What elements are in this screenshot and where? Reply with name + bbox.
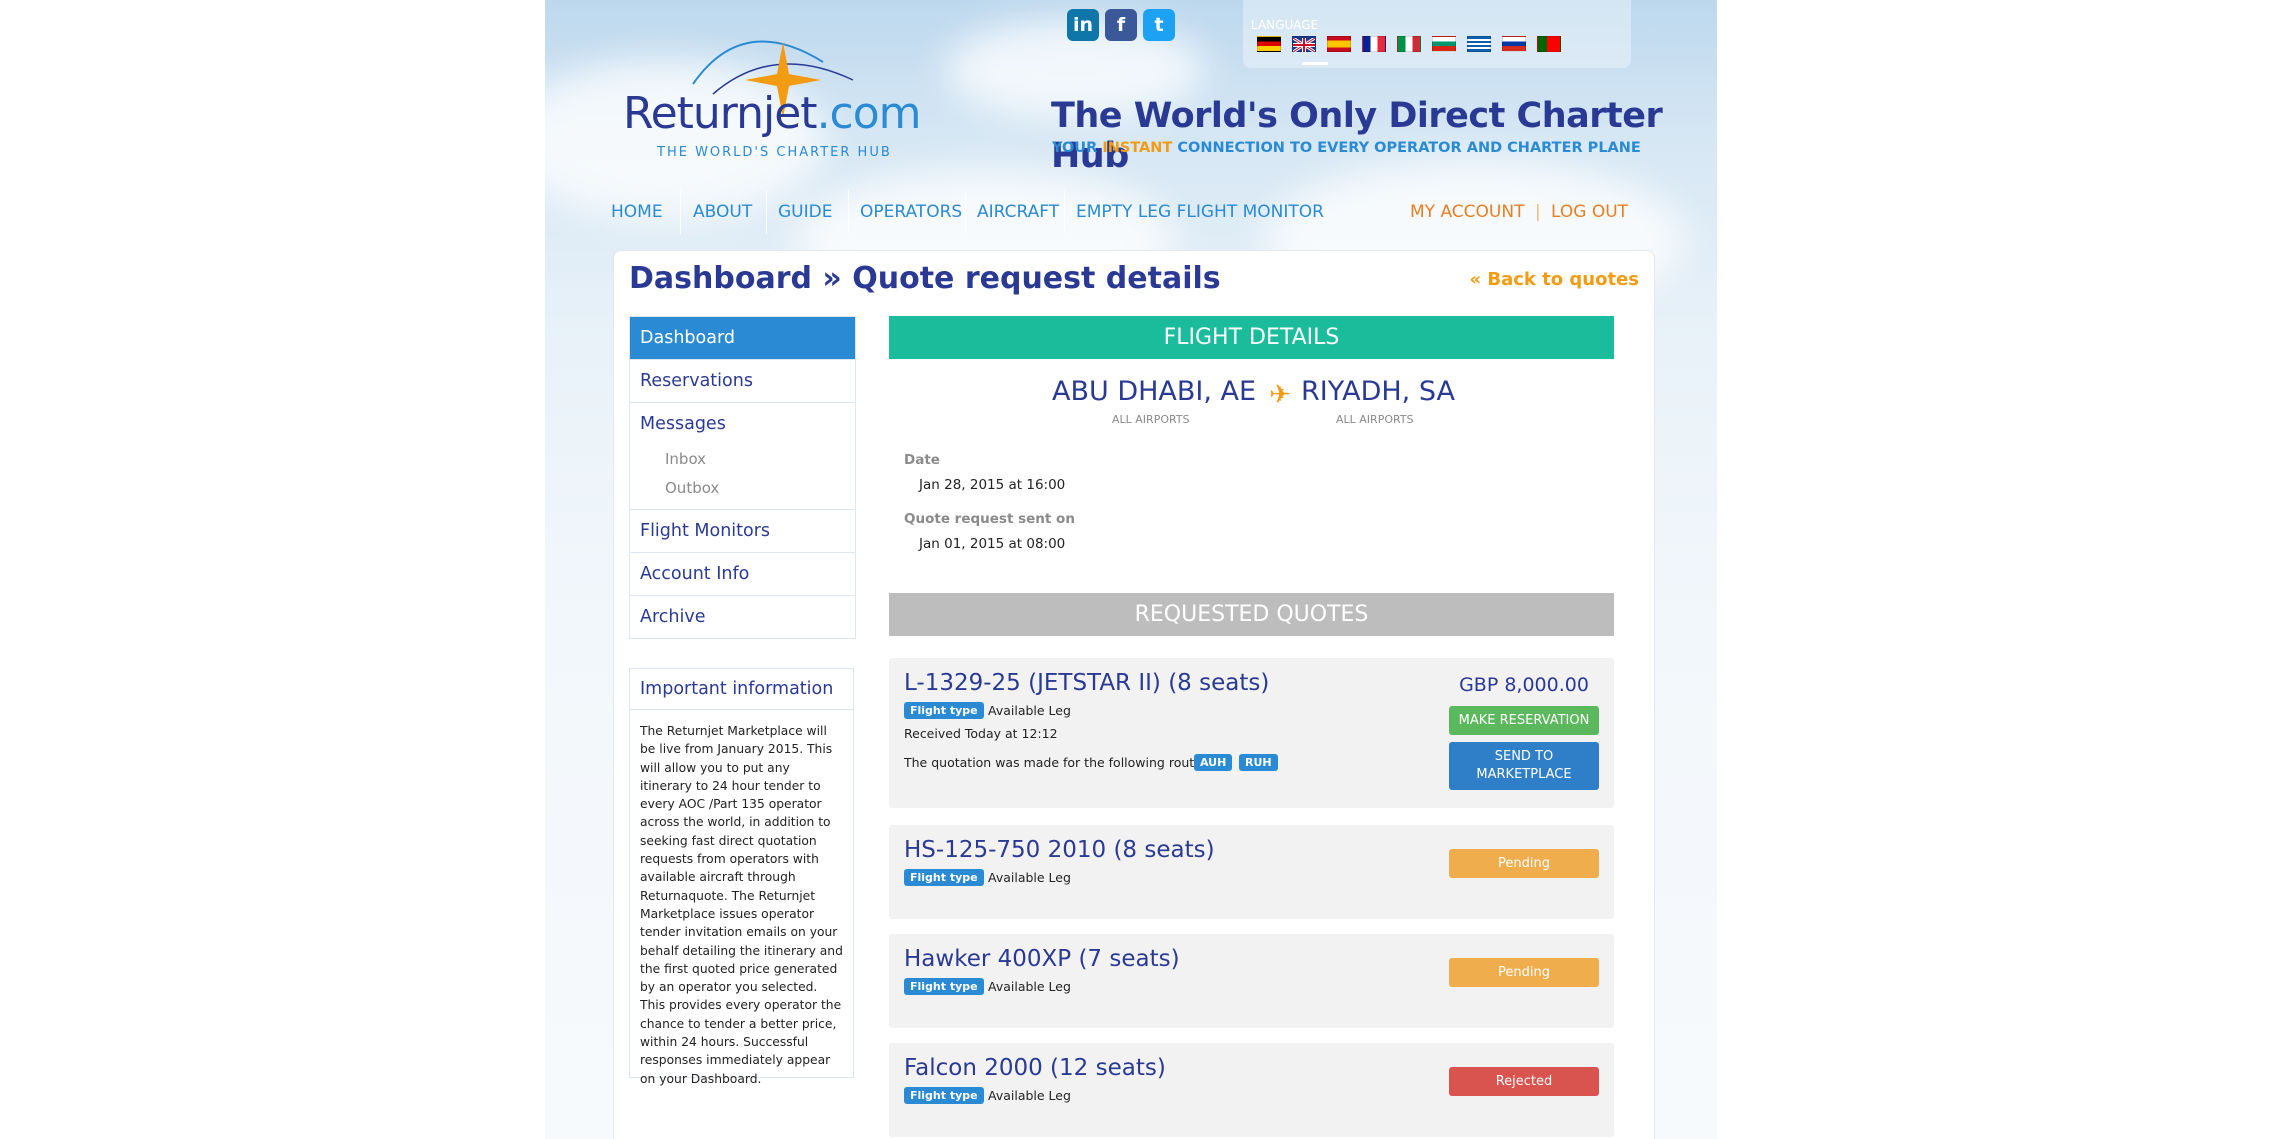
flag-spain-icon[interactable] <box>1327 36 1351 52</box>
date-value: Jan 28, 2015 at 16:00 <box>919 477 1066 493</box>
quote-card: Hawker 400XP (7 seats) Flight type Avail… <box>889 934 1614 1028</box>
send-to-marketplace-button[interactable]: SEND TO MARKETPLACE <box>1449 742 1599 790</box>
flight-details-header: FLIGHT DETAILS <box>889 316 1614 359</box>
nav-divider <box>848 190 849 234</box>
facebook-icon[interactable]: f <box>1105 9 1137 41</box>
sidebar-item-flight-monitors[interactable]: Flight Monitors <box>630 510 855 553</box>
flag-germany-icon[interactable] <box>1257 36 1281 52</box>
nav-guide[interactable]: GUIDE <box>778 190 832 234</box>
origin-airports: ALL AIRPORTS <box>1112 413 1190 426</box>
requested-quotes-header: REQUESTED QUOTES <box>889 593 1614 636</box>
sidebar-item-account-info[interactable]: Account Info <box>630 553 855 596</box>
nav-divider <box>1064 190 1065 234</box>
flight-type-badge: Flight type <box>904 702 984 719</box>
main-content: FLIGHT DETAILS ABU DHABI, AE ALL AIRPORT… <box>889 316 1614 1137</box>
my-account-link[interactable]: MY ACCOUNT <box>1410 190 1524 234</box>
flag-portugal-icon[interactable] <box>1537 36 1561 52</box>
status-badge: Pending <box>1449 958 1599 987</box>
sent-label: Quote request sent on <box>904 511 1075 527</box>
date-label: Date <box>904 452 940 468</box>
content-panel: Dashboard » Quote request details « Back… <box>613 250 1655 1139</box>
flag-greece-icon[interactable] <box>1467 36 1491 52</box>
sidebar-item-dashboard[interactable]: Dashboard <box>630 317 855 360</box>
info-title: Important information <box>630 669 853 710</box>
page-title: Dashboard » Quote request details <box>629 261 1221 296</box>
quote-title: L-1329-25 (JETSTAR II) (8 seats) <box>904 670 1270 696</box>
back-to-quotes-link[interactable]: « Back to quotes <box>1470 269 1640 290</box>
nav-operators[interactable]: OPERATORS <box>860 190 962 234</box>
nav-aircraft[interactable]: AIRCRAFT <box>977 190 1059 234</box>
flight-type-badge: Flight type <box>904 869 984 886</box>
nav-separator: | <box>1535 202 1541 222</box>
nav-home[interactable]: HOME <box>611 190 663 234</box>
status-badge: Pending <box>1449 849 1599 878</box>
origin-city: ABU DHABI, AE <box>1052 376 1257 407</box>
quote-title: Hawker 400XP (7 seats) <box>904 946 1180 972</box>
quote-price: GBP 8,000.00 <box>1459 674 1589 696</box>
sidebar-item-inbox[interactable]: Inbox <box>630 445 855 474</box>
sidebar-item-reservations[interactable]: Reservations <box>630 360 855 403</box>
twitter-icon[interactable]: t <box>1143 9 1175 41</box>
sent-value: Jan 01, 2015 at 08:00 <box>919 536 1066 552</box>
flight-type-value: Available Leg <box>988 703 1071 718</box>
flight-type-value: Available Leg <box>988 870 1071 885</box>
logout-link[interactable]: LOG OUT <box>1551 190 1628 234</box>
destination-airports: ALL AIRPORTS <box>1336 413 1414 426</box>
flight-route: ABU DHABI, AE ALL AIRPORTS ✈ RIYADH, SA … <box>889 376 1614 436</box>
flag-uk-icon[interactable] <box>1292 36 1316 54</box>
sidebar-group-messages: Messages Inbox Outbox <box>630 403 855 510</box>
language-label: LANGUAGE <box>1251 18 1319 32</box>
logo-wordmark: Returnjet.com <box>623 88 922 139</box>
airport-badge: AUH <box>1194 754 1233 771</box>
destination-city: RIYADH, SA <box>1301 376 1455 407</box>
site-tagline: The World's Only Direct Charter Hub <box>1051 96 1663 176</box>
logo-subtitle: THE WORLD'S CHARTER HUB <box>657 145 892 160</box>
sidebar-item-archive[interactable]: Archive <box>630 596 855 638</box>
flight-type-badge: Flight type <box>904 1087 984 1104</box>
nav-about[interactable]: ABOUT <box>693 190 752 234</box>
flag-russia-icon[interactable] <box>1502 36 1526 52</box>
sidebar-item-outbox[interactable]: Outbox <box>630 474 855 503</box>
quote-card: Falcon 2000 (12 seats) Flight type Avail… <box>889 1043 1614 1137</box>
site-tagline-sub: YOUR INSTANT CONNECTION TO EVERY OPERATO… <box>1052 140 1641 156</box>
nav-divider <box>680 190 681 234</box>
status-badge: Rejected <box>1449 1067 1599 1096</box>
flight-type-badge: Flight type <box>904 978 984 995</box>
quote-route-text: The quotation was made for the following… <box>904 755 1207 770</box>
sidebar: Dashboard Reservations Messages Inbox Ou… <box>629 316 856 639</box>
language-selector: LANGUAGE <box>1243 0 1631 68</box>
plane-icon: ✈ <box>1269 380 1291 410</box>
quote-title: Falcon 2000 (12 seats) <box>904 1055 1166 1081</box>
flight-type-value: Available Leg <box>988 979 1071 994</box>
make-reservation-button[interactable]: MAKE RESERVATION <box>1449 706 1599 735</box>
quote-card: L-1329-25 (JETSTAR II) (8 seats) Flight … <box>889 658 1614 808</box>
received-time: Received Today at 12:12 <box>904 726 1058 741</box>
nav-divider <box>965 190 966 234</box>
quote-card: HS-125-750 2010 (8 seats) Flight type Av… <box>889 825 1614 919</box>
flight-type-value: Available Leg <box>988 1088 1071 1103</box>
linkedin-icon[interactable]: in <box>1067 9 1099 41</box>
flag-italy-icon[interactable] <box>1397 36 1421 52</box>
nav-empty-leg-monitor[interactable]: EMPTY LEG FLIGHT MONITOR <box>1076 190 1324 234</box>
active-language-indicator <box>1302 62 1328 65</box>
flag-france-icon[interactable] <box>1362 36 1386 52</box>
info-body: The Returnjet Marketplace will be live f… <box>640 724 843 1086</box>
important-info-box: Important information The Returnjet Mark… <box>629 668 854 1086</box>
page: Returnjet.com THE WORLD'S CHARTER HUB in… <box>545 0 1717 1139</box>
quote-title: HS-125-750 2010 (8 seats) <box>904 837 1215 863</box>
flag-bulgaria-icon[interactable] <box>1432 36 1456 52</box>
sidebar-item-messages[interactable]: Messages <box>630 403 855 445</box>
airport-badge: RUH <box>1239 754 1278 771</box>
nav-divider <box>766 190 767 234</box>
